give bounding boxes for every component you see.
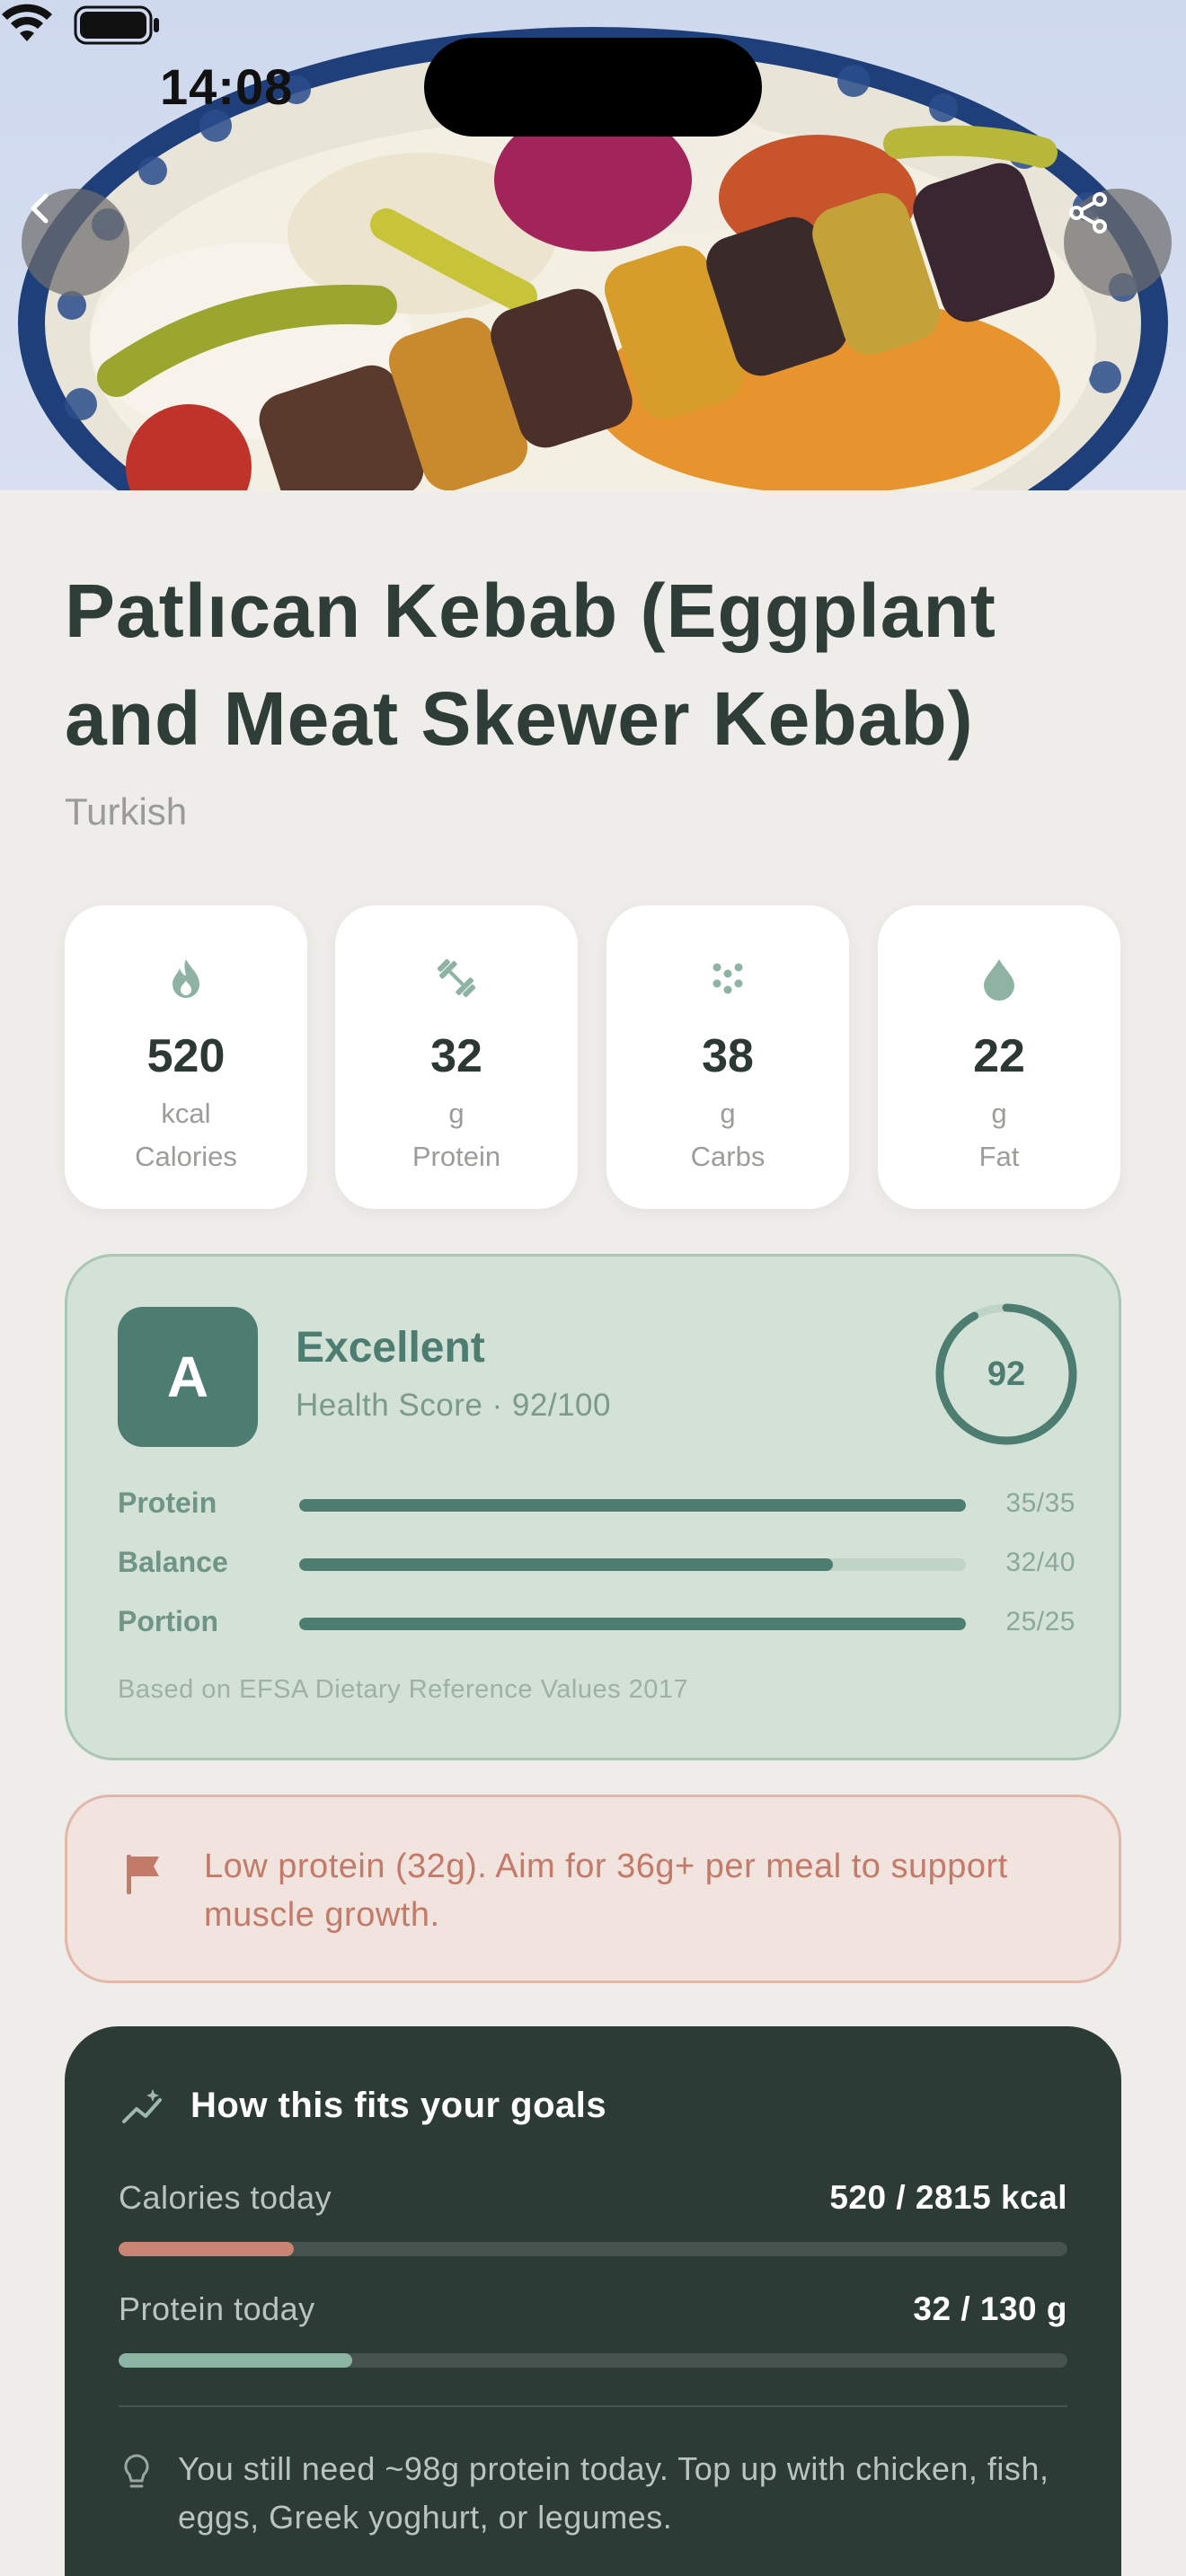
score-row-value: 32/40	[1005, 1548, 1075, 1577]
goal-label: Protein today	[119, 2290, 315, 2327]
health-rating: Excellent	[296, 1324, 485, 1372]
score-row-label: Protein	[118, 1486, 217, 1519]
score-row-fill	[299, 1558, 833, 1571]
score-row-fill	[299, 1618, 966, 1630]
goal-value: 520 / 2815 kcal	[829, 2179, 1067, 2216]
trend-icon	[122, 2089, 162, 2123]
low-protein-warning: Low protein (32g). Aim for 36g+ per meal…	[65, 1795, 1121, 1983]
goal-value: 32 / 130 g	[913, 2290, 1067, 2327]
flag-icon	[127, 1855, 159, 1894]
share-button[interactable]	[1064, 189, 1172, 296]
macro-value: 22	[973, 1030, 1025, 1082]
score-row-protein: Protein 35/35	[118, 1486, 1075, 1522]
status-icons	[2, 4, 159, 45]
divider	[119, 2405, 1067, 2407]
chevron-left-icon	[31, 193, 49, 224]
hero-image: 14:08	[0, 0, 1186, 490]
share-icon	[1069, 192, 1107, 234]
macro-card-protein: 32 g Protein	[335, 905, 578, 1209]
health-score-card[interactable]: A Excellent Health Score · 92/100 92 Pro…	[65, 1254, 1121, 1760]
macro-card-calories: 520 kcal Calories	[65, 905, 307, 1209]
score-row-portion: Portion 25/25	[118, 1605, 1075, 1641]
macro-label: Protein	[412, 1141, 501, 1172]
dynamic-island	[424, 38, 762, 137]
score-row-value: 25/25	[1005, 1607, 1075, 1636]
grade-badge: A	[118, 1307, 258, 1447]
macro-value: 520	[146, 1030, 226, 1082]
macro-card-fat: 22 g Fat	[878, 905, 1120, 1209]
score-row-balance: Balance 32/40	[118, 1546, 1075, 1582]
goal-label: Calories today	[119, 2179, 332, 2216]
macro-value: 32	[430, 1030, 482, 1082]
score-row-label: Balance	[118, 1546, 228, 1578]
macro-label: Calories	[135, 1141, 237, 1172]
macro-label: Carbs	[690, 1141, 766, 1172]
score-row-track	[299, 1558, 966, 1571]
macro-unit: g	[991, 1098, 1007, 1129]
warning-text: Low protein (32g). Aim for 36g+ per meal…	[204, 1848, 1008, 1934]
macro-unit: g	[720, 1098, 736, 1129]
goal-fill	[119, 2353, 352, 2368]
score-row-fill	[299, 1499, 966, 1512]
goals-tip: You still need ~98g protein today. Top u…	[178, 2450, 1049, 2536]
macro-unit: g	[448, 1098, 465, 1129]
score-row-track	[299, 1499, 966, 1512]
wifi-icon	[2, 4, 52, 41]
dumbbell-icon	[437, 958, 476, 998]
flame-icon	[173, 959, 199, 998]
macro-value: 38	[702, 1030, 754, 1082]
cuisine-label: Turkish	[65, 790, 188, 833]
score-row-track	[299, 1618, 966, 1630]
grain-icon	[712, 963, 743, 994]
goal-fill	[119, 2242, 295, 2256]
battery-icon	[74, 5, 159, 45]
health-source-note: Based on EFSA Dietary Reference Values 2…	[118, 1675, 689, 1704]
drop-icon	[984, 959, 1014, 1001]
status-time: 14:08	[160, 58, 294, 115]
score-value: 92	[987, 1354, 1026, 1393]
score-row-value: 35/35	[1005, 1488, 1075, 1518]
goals-title: How this fits your goals	[190, 2086, 607, 2125]
page-title: Patlıcan Kebab (Eggplant and Meat Skewer…	[65, 569, 996, 761]
back-button[interactable]	[22, 189, 129, 296]
macro-label: Fat	[978, 1141, 1020, 1172]
health-subtitle: Health Score · 92/100	[296, 1388, 611, 1423]
macro-card-carbs: 38 g Carbs	[606, 905, 849, 1209]
goal-track	[119, 2242, 1067, 2256]
macro-unit: kcal	[161, 1098, 211, 1129]
goals-card: How this fits your goals Calories today …	[65, 2026, 1121, 2576]
score-row-label: Portion	[118, 1605, 218, 1637]
goal-track	[119, 2353, 1067, 2368]
lightbulb-icon	[124, 2454, 149, 2488]
